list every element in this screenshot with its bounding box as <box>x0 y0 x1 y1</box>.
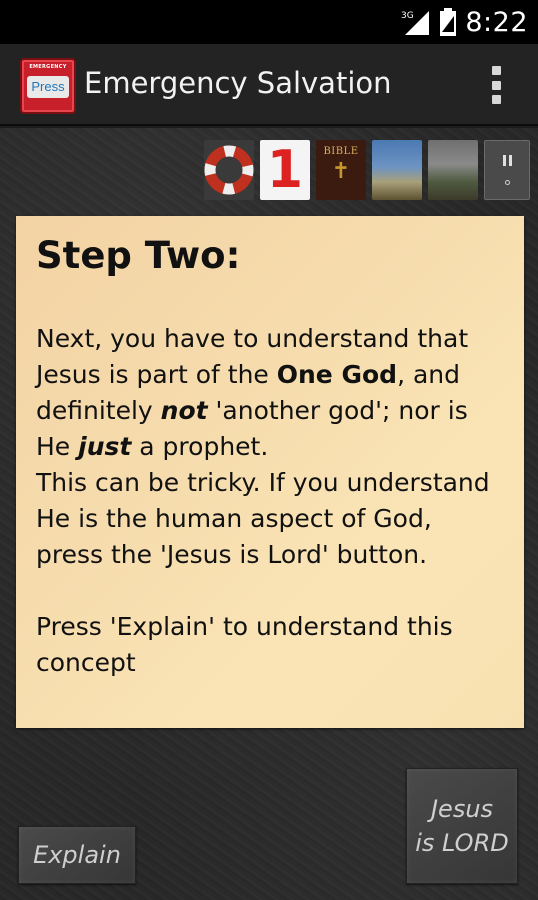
not-text: not <box>160 396 208 425</box>
paragraph-2: This can be tricky. If you understand He… <box>36 468 490 569</box>
lord-line-1: Jesus <box>430 795 494 823</box>
overflow-menu-icon[interactable] <box>490 66 502 104</box>
action-bar: EMERGENCY Press Emergency Salvation <box>0 44 538 126</box>
app-title: Emergency Salvation <box>84 66 392 100</box>
battery-icon <box>439 8 457 36</box>
text-segment: a prophet. <box>131 432 269 461</box>
pause-button[interactable] <box>484 140 530 200</box>
explain-button[interactable]: Explain <box>18 826 136 884</box>
step-card: Step Two: Next, you have to understand t… <box>16 216 524 728</box>
landscape-image-button[interactable] <box>428 140 478 200</box>
toolbar: 1 BIBLE ✝ <box>204 140 530 200</box>
jesus-is-lord-button[interactable]: Jesus is LORD <box>406 768 518 884</box>
sky-image-button[interactable] <box>372 140 422 200</box>
status-bar: 3G 8:22 <box>0 0 538 44</box>
bible-label: BIBLE <box>323 146 359 157</box>
bible-button[interactable]: BIBLE ✝ <box>316 140 366 200</box>
paragraph-3: Press 'Explain' to understand this conce… <box>36 612 453 677</box>
main-area: 1 BIBLE ✝ Step Two: Next, you have to un… <box>0 128 538 900</box>
status-time: 8:22 <box>465 6 528 38</box>
step-number-button[interactable]: 1 <box>260 140 310 200</box>
logo-top-text: EMERGENCY <box>29 64 67 70</box>
signal-icon: 3G <box>401 8 431 36</box>
one-god-text: One God <box>276 360 398 389</box>
just-text: just <box>78 432 132 461</box>
lifebuoy-icon[interactable] <box>204 140 254 200</box>
logo-press-text: Press <box>27 76 69 98</box>
network-type-label: 3G <box>401 11 414 21</box>
dot-icon <box>504 180 510 185</box>
step-body: Next, you have to understand that Jesus … <box>36 321 504 681</box>
step-title: Step Two: <box>36 234 241 277</box>
paragraph-1: Next, you have to understand that Jesus … <box>36 321 504 465</box>
cross-icon: ✝ <box>331 159 351 184</box>
lord-line-2: is LORD <box>415 829 509 857</box>
pause-icon <box>502 155 512 166</box>
app-logo-icon[interactable]: EMERGENCY Press <box>20 58 76 114</box>
